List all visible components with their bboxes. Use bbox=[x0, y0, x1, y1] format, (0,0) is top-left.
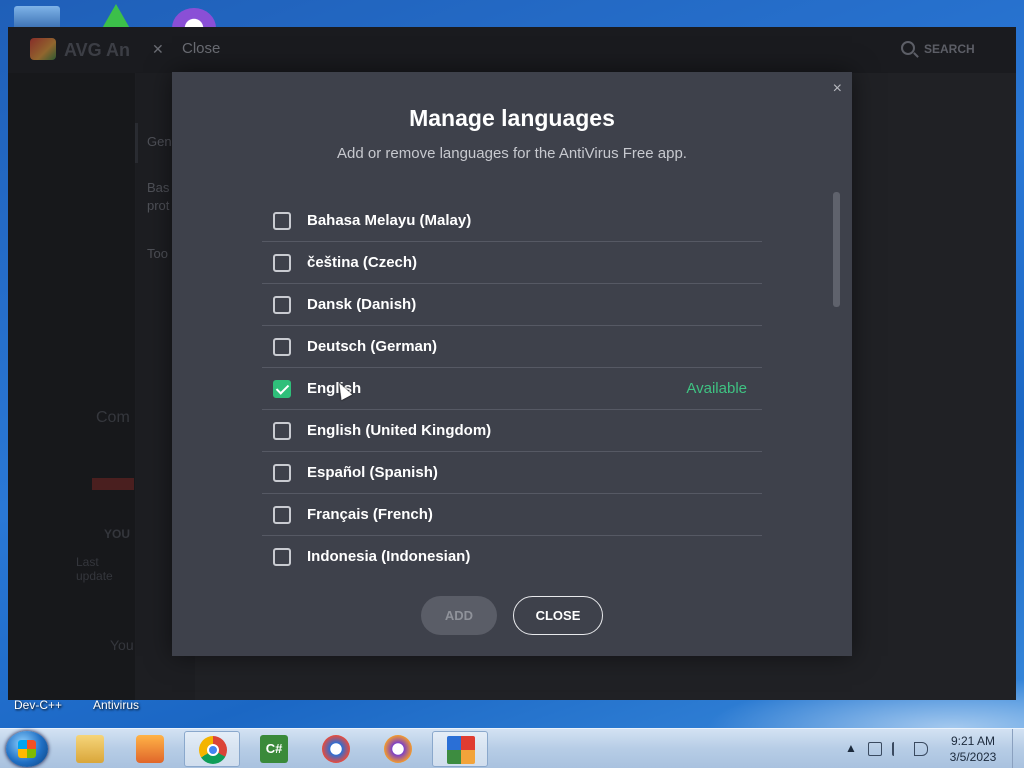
avg-secure-browser-icon bbox=[384, 735, 412, 763]
ghost-status-badge bbox=[92, 478, 134, 490]
chrome-icon bbox=[199, 736, 227, 764]
language-name: English (United Kingdom) bbox=[307, 422, 492, 439]
show-desktop-button[interactable] bbox=[1012, 729, 1024, 768]
settings-close-icon[interactable]: ✕ bbox=[152, 41, 164, 58]
windows-logo-icon bbox=[18, 740, 36, 758]
settings-close-label[interactable]: Close bbox=[182, 40, 220, 57]
dialog-subtitle: Add or remove languages for the AntiViru… bbox=[337, 145, 687, 162]
manage-languages-dialog: × Manage languages Add or remove languag… bbox=[172, 72, 852, 656]
language-name: Bahasa Melayu (Malay) bbox=[307, 212, 472, 229]
sidebar-item-basic-line1: Bas bbox=[147, 180, 170, 195]
checkbox-checked[interactable] bbox=[273, 380, 291, 398]
language-row[interactable]: Indonesia (Indonesian) bbox=[262, 536, 762, 578]
language-row[interactable]: Dansk (Danish) bbox=[262, 284, 762, 326]
ghost-you-bottom: You bbox=[110, 637, 134, 653]
antivirus-desktop-label[interactable]: Antivirus bbox=[93, 698, 139, 712]
file-explorer-icon bbox=[76, 735, 104, 763]
taskbar-chrome[interactable] bbox=[184, 731, 240, 767]
add-button[interactable]: ADD bbox=[421, 596, 497, 635]
taskbar-media-player[interactable] bbox=[122, 731, 178, 767]
language-row[interactable]: Deutsch (German) bbox=[262, 326, 762, 368]
sidebar-item-tools[interactable]: Too bbox=[147, 245, 168, 263]
avg-logo-icon bbox=[30, 38, 56, 60]
taskbar-avg-browser[interactable] bbox=[370, 731, 426, 767]
csharp-icon: C# bbox=[260, 735, 288, 763]
network-icon[interactable] bbox=[868, 742, 882, 756]
language-name: Deutsch (German) bbox=[307, 338, 438, 355]
checkbox[interactable] bbox=[273, 338, 291, 356]
taskbar-avg-antivirus[interactable] bbox=[432, 731, 488, 767]
avg-window-title: AVG An bbox=[64, 40, 130, 60]
taskbar-secure-browser[interactable] bbox=[308, 731, 364, 767]
checkbox[interactable] bbox=[273, 506, 291, 524]
checkbox[interactable] bbox=[273, 464, 291, 482]
checkbox[interactable] bbox=[273, 212, 291, 230]
action-center-flag-icon[interactable] bbox=[892, 742, 906, 756]
start-button[interactable] bbox=[6, 731, 48, 767]
taskbar: C# ▲ 9:21 AM 3/5/2023 bbox=[0, 728, 1024, 768]
sidebar-item-general[interactable]: Gen bbox=[147, 133, 172, 151]
language-name: Dansk (Danish) bbox=[307, 296, 417, 313]
search-label[interactable]: SEARCH bbox=[924, 42, 975, 56]
language-row[interactable]: Bahasa Melayu (Malay) bbox=[262, 200, 762, 242]
clock-time: 9:21 AM bbox=[950, 734, 996, 748]
avast-secure-browser-icon bbox=[322, 735, 350, 763]
language-row[interactable]: čeština (Czech) bbox=[262, 242, 762, 284]
language-row[interactable]: Español (Spanish) bbox=[262, 452, 762, 494]
volume-icon[interactable] bbox=[914, 742, 928, 756]
language-row[interactable]: Français (French) bbox=[262, 494, 762, 536]
dialog-title: Manage languages bbox=[409, 105, 615, 131]
language-name: Español (Spanish) bbox=[307, 464, 438, 481]
system-clock[interactable]: 9:21 AM 3/5/2023 bbox=[940, 733, 1006, 765]
media-player-icon bbox=[136, 735, 164, 763]
checkbox[interactable] bbox=[273, 422, 291, 440]
language-name: čeština (Czech) bbox=[307, 254, 418, 271]
tray-show-hidden-icon[interactable]: ▲ bbox=[845, 741, 857, 755]
checkbox[interactable] bbox=[273, 254, 291, 272]
sidebar-item-basic-line2: prot bbox=[147, 198, 170, 213]
devcpp-desktop-label[interactable]: Dev-C++ bbox=[14, 698, 62, 712]
taskbar-file-explorer[interactable] bbox=[62, 731, 118, 767]
clock-date: 3/5/2023 bbox=[949, 750, 997, 764]
ghost-status-text: Com bbox=[96, 409, 130, 426]
language-name: English bbox=[307, 380, 362, 397]
taskbar-csharp[interactable]: C# bbox=[246, 731, 302, 767]
sidebar-active-indicator bbox=[135, 123, 138, 163]
close-button[interactable]: CLOSE bbox=[513, 596, 603, 635]
ghost-you-label: YOU bbox=[104, 527, 131, 541]
avg-left-pane: Com YOU Last update You bbox=[8, 73, 135, 700]
avg-antivirus-icon bbox=[447, 736, 475, 764]
ghost-last-update: Last update bbox=[76, 555, 113, 583]
sidebar-item-basic-protection[interactable]: Bas prot bbox=[147, 179, 169, 215]
search-icon[interactable] bbox=[901, 41, 915, 55]
language-name: Indonesia (Indonesian) bbox=[307, 548, 471, 565]
language-row[interactable]: English (United Kingdom) bbox=[262, 410, 762, 452]
language-name: Français (French) bbox=[307, 506, 433, 523]
checkbox[interactable] bbox=[273, 296, 291, 314]
checkbox[interactable] bbox=[273, 548, 291, 566]
language-list-scrollbar[interactable] bbox=[833, 192, 840, 307]
avg-titlebar: AVG An ✕ Close SEARCH bbox=[8, 27, 1016, 73]
dialog-close-icon[interactable]: × bbox=[833, 80, 842, 98]
language-status-badge: Available bbox=[686, 380, 747, 397]
